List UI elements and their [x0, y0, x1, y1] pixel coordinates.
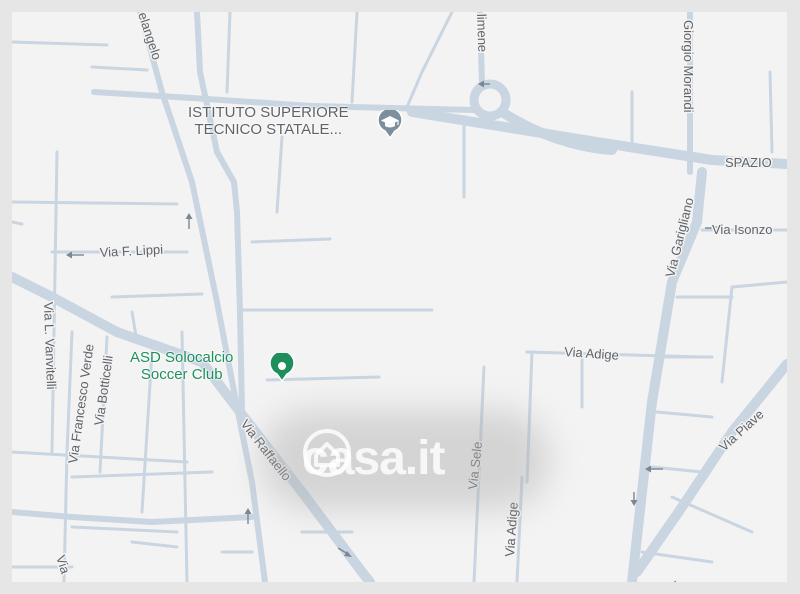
- poi-club-line2: Soccer Club: [140, 366, 223, 383]
- poi-school-line2: TECNICO STATALE...: [194, 121, 343, 138]
- street-label-giorgio-morandi: Giorgio Morandi: [681, 20, 696, 113]
- one-way-arrow: [185, 213, 193, 229]
- street-label-via-f-lippi: Via F. Lippi: [99, 242, 163, 260]
- map-canvas[interactable]: elangelo limene Giorgio Morandi SPAZIO V…: [12, 12, 787, 582]
- graduation-cap-icon[interactable]: [376, 110, 404, 140]
- road-lower: [12, 509, 255, 525]
- watermark: casa.it: [302, 428, 445, 488]
- place-pin-icon[interactable]: [268, 353, 296, 383]
- street-label-via-vanvitelli: Via L. Vanvitelli: [41, 302, 59, 390]
- poi-club-line1: ASD Solocalcio: [130, 349, 234, 366]
- street-label-spazio: SPAZIO: [725, 155, 772, 170]
- house-icon: [303, 429, 351, 477]
- street-label-via-adige-horizontal: Via Adige: [564, 344, 620, 363]
- street-label-via-isonzo: Via Isonzo: [712, 222, 772, 237]
- street-label-via-edge: Via: [53, 553, 73, 576]
- roundabout: [469, 79, 511, 121]
- street-label-cimene: limene: [474, 14, 490, 53]
- poi-school-line1: ISTITUTO SUPERIORE: [188, 104, 349, 121]
- one-way-arrow: [673, 580, 676, 582]
- street-label-via-botticelli: Via Botticelli: [91, 354, 116, 426]
- street-label-michelangelo: elangelo: [135, 12, 164, 62]
- poi-label-club[interactable]: ASD Solocalcio Soccer Club: [130, 349, 233, 383]
- poi-label-school[interactable]: ISTITUTO SUPERIORE TECNICO STATALE...: [188, 104, 349, 138]
